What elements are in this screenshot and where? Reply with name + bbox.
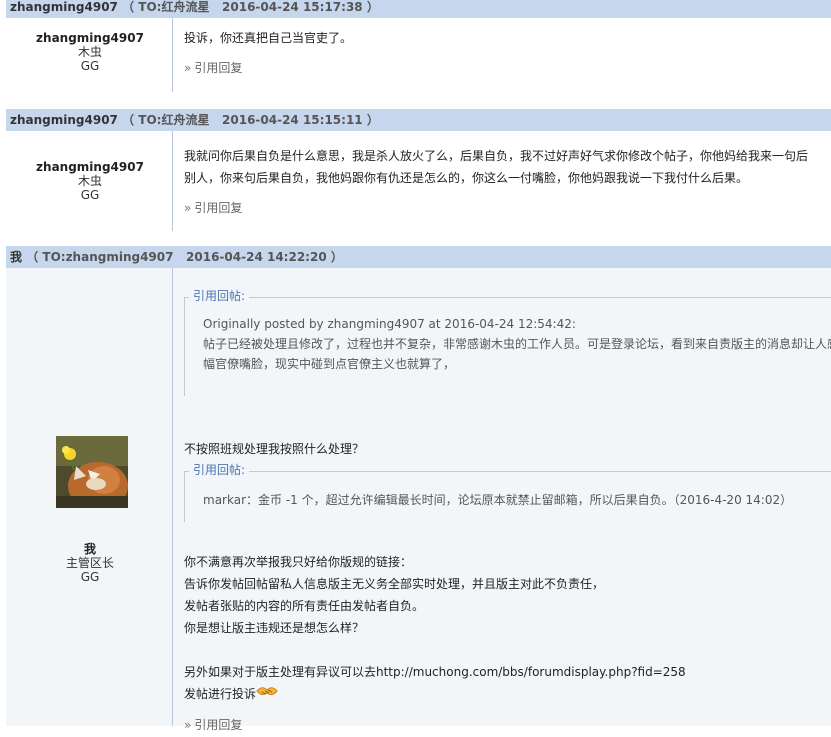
user-role: 木虫 — [77, 45, 102, 59]
avatar[interactable] — [56, 436, 128, 508]
quote-reply-link[interactable]: » 引用回复 — [184, 714, 242, 736]
post-content: 投诉，你还真把自己当官吏了。 » 引用回复 — [184, 27, 831, 79]
quote-reply-link[interactable]: » 引用回复 — [184, 197, 831, 219]
post-1: zhangming4907 （ TO:红舟流星 2016-04-24 15:17… — [6, 0, 831, 96]
quote-reply-link[interactable]: » 引用回复 — [184, 57, 831, 79]
reply-arrow-icon: » — [184, 61, 192, 75]
user-role: 木虫 — [77, 174, 102, 188]
column-divider — [172, 268, 173, 726]
post-body: zhangming4907 木虫 GG 我就问你后果自负是什么意思，我是杀人放火… — [6, 131, 831, 231]
user-info: zhangming4907 木虫 GG — [6, 160, 174, 202]
quote-origin: Originally posted by zhangming4907 at 20… — [203, 317, 576, 331]
post-header: zhangming4907 （ TO:红舟流星 2016-04-24 15:17… — [6, 0, 831, 18]
quote-legend: 引用回帖: — [189, 288, 250, 304]
post-meta: （ TO:zhangming4907 2016-04-24 14:22:20 ） — [26, 250, 343, 264]
post-3: 我 （ TO:zhangming4907 2016-04-24 14:22:20… — [6, 246, 831, 732]
column-divider — [172, 18, 173, 92]
post-content: 引用回帖: Originally posted by zhangming4907… — [184, 268, 831, 732]
post-text-line: 告诉你发帖回帖留私人信息版主无义务全部实时处理，并且版主对此不负责任， — [184, 577, 605, 591]
post-text-line: 另外如果对于版主处理有异议可以去http://muchong.com/bbs/f… — [184, 665, 686, 679]
post-meta: （ TO:红舟流星 2016-04-24 15:17:38 ） — [122, 0, 379, 14]
user-gender: GG — [80, 188, 100, 202]
quote-block: 引用回帖: markar：金币 -1 个，超过允许编辑最长时间，论坛原本就禁止留… — [184, 462, 831, 522]
post-text-line: 别人，你来句后果自负，我他妈跟你有仇还是怎么的，你这么一付嘴脸，你他妈跟我说一下… — [184, 171, 749, 185]
post-text-line: 不按照班规处理我按照什么处理？ — [184, 442, 365, 456]
user-info: zhangming4907 木虫 GG — [6, 31, 174, 73]
user-role: 主管区长 — [65, 556, 114, 570]
post-text-line: 发帖者张贴的内容的所有责任由发帖者自负。 — [184, 599, 425, 613]
post-body: zhangming4907 木虫 GG 投诉，你还真把自己当官吏了。 » 引用回复 — [6, 18, 831, 92]
post-2: zhangming4907 （ TO:红舟流星 2016-04-24 15:15… — [6, 109, 831, 237]
post-author[interactable]: zhangming4907 — [10, 113, 118, 127]
quote-block: 引用回帖: Originally posted by zhangming4907… — [184, 288, 831, 396]
quote-legend: 引用回帖: — [189, 462, 250, 478]
fox-with-flower-avatar-icon — [56, 436, 128, 508]
quote-text-line: 帖子已经被处理且修改了，过程也并不复杂，非常感谢木虫的工作人员。可是登录论坛，看… — [203, 337, 831, 351]
reply-arrow-icon: » — [184, 201, 192, 215]
post-text-line: 你是想让版主违规还是想怎么样？ — [184, 621, 365, 635]
quote-text-line: markar：金币 -1 个，超过允许编辑最长时间，论坛原本就禁止留邮箱，所以后… — [203, 493, 793, 507]
post-text-line: 发帖进行投诉 — [184, 683, 686, 706]
handshake-emoticon — [256, 683, 278, 706]
user-gender: GG — [80, 570, 100, 584]
post-header: 我 （ TO:zhangming4907 2016-04-24 14:22:20… — [6, 246, 831, 268]
column-divider — [172, 131, 173, 231]
user-gender: GG — [80, 59, 100, 73]
post-meta: （ TO:红舟流星 2016-04-24 15:15:11 ） — [122, 113, 379, 127]
user-name[interactable]: zhangming4907 — [6, 31, 174, 45]
quote-text-line: 幅官僚嘴脸，现实中碰到点官僚主义也就算了， — [203, 357, 456, 371]
post-header: zhangming4907 （ TO:红舟流星 2016-04-24 15:15… — [6, 109, 831, 131]
reply-arrow-icon: » — [184, 718, 192, 732]
post-content: 我就问你后果自负是什么意思，我是杀人放火了么，后果自负，我不过好声好气求你修改个… — [184, 145, 831, 219]
user-name[interactable]: 我 — [6, 542, 174, 556]
post-text-line: 你不满意再次举报我只好给你版规的链接： — [184, 555, 413, 569]
user-name[interactable]: zhangming4907 — [6, 160, 174, 174]
post-author[interactable]: zhangming4907 — [10, 0, 118, 14]
post-body: 我 主管区长 GG 引用回帖: Originally posted by zha… — [6, 268, 831, 732]
post-text-line: 我就问你后果自负是什么意思，我是杀人放火了么，后果自负，我不过好声好气求你修改个… — [184, 149, 809, 163]
post-author[interactable]: 我 — [10, 250, 22, 264]
post-text-line: 投诉，你还真把自己当官吏了。 — [184, 31, 353, 45]
user-info: 我 主管区长 GG — [6, 542, 174, 584]
